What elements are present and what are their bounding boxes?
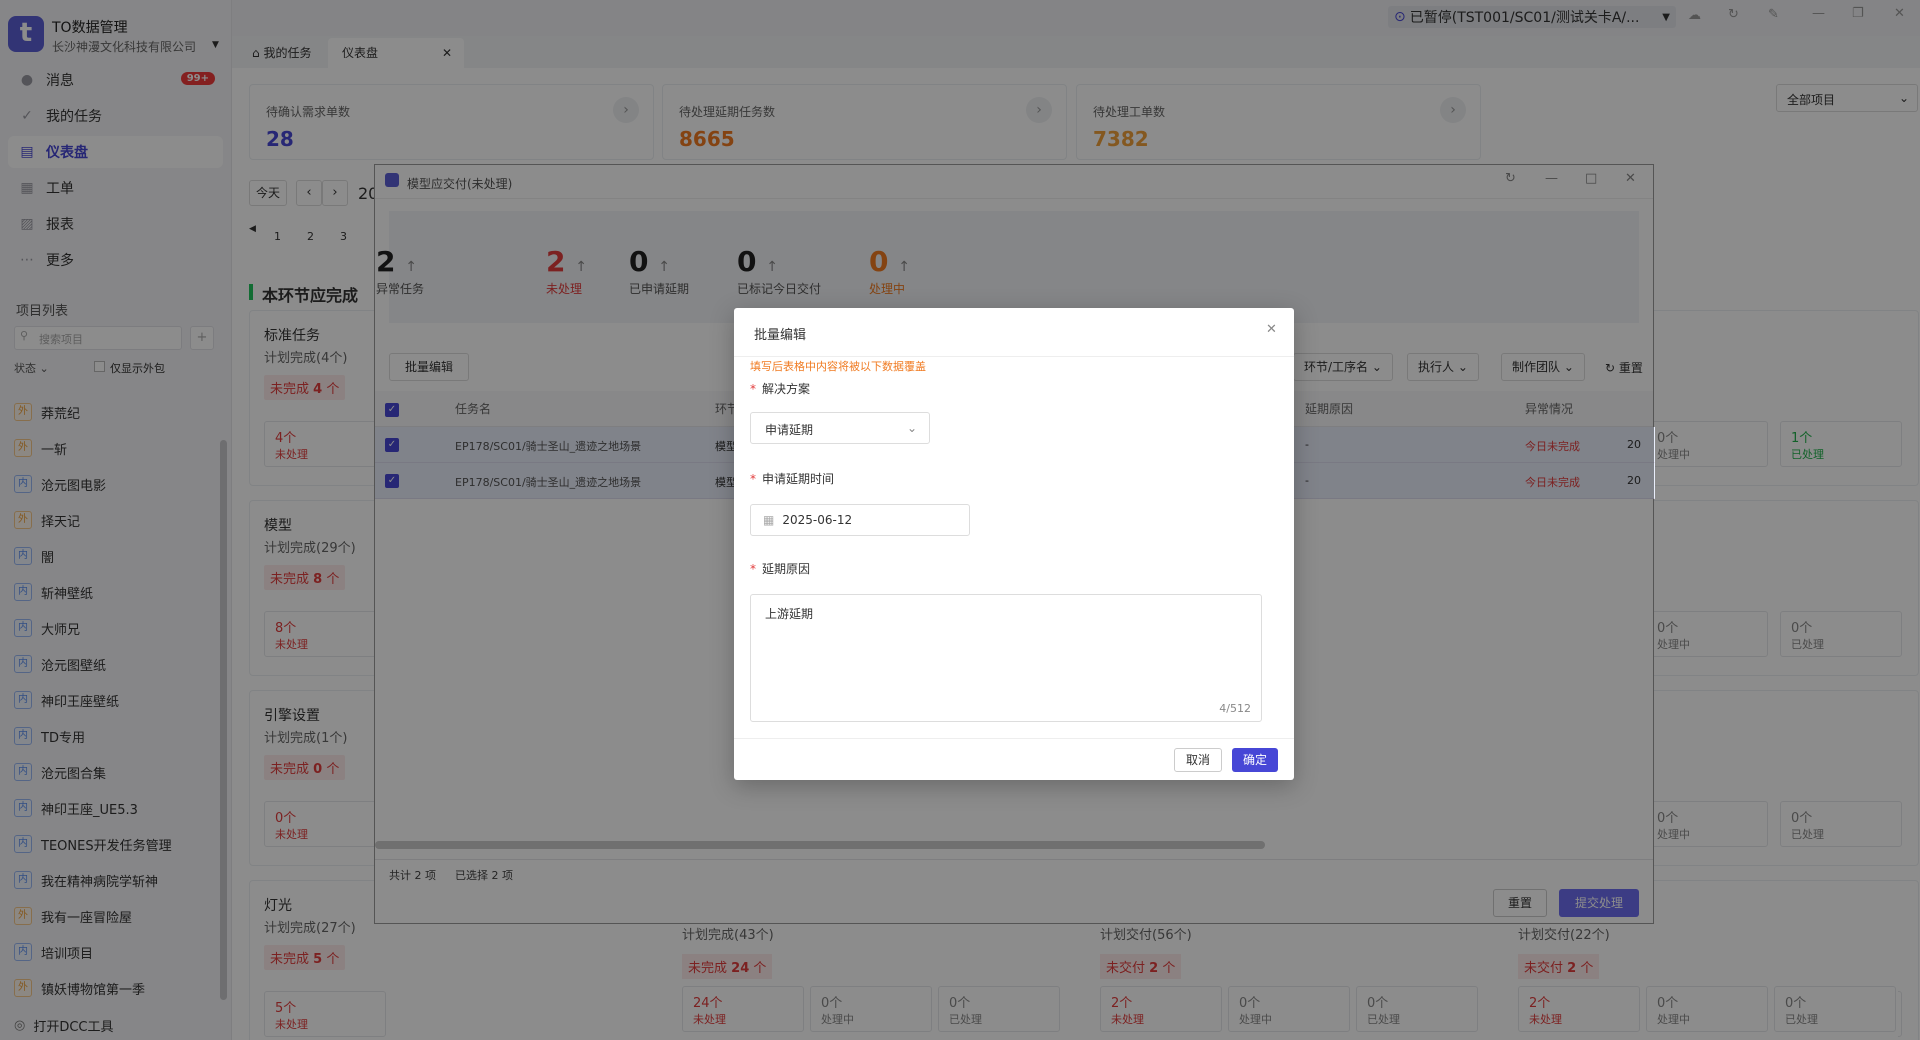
- batch-edit-dialog: 批量编辑 ✕ 填写后表格中内容将被以下数据覆盖 * 解决方案 申请延期 ⌄ * 申请延…: [734, 308, 1294, 780]
- delay-date-picker[interactable]: ▦ 2025-06-12: [750, 504, 970, 536]
- solution-select[interactable]: 申请延期 ⌄: [750, 412, 930, 444]
- label-text: 申请延期时间: [762, 472, 835, 486]
- confirm-button[interactable]: 确定: [1232, 748, 1278, 772]
- date-value: 2025-06-12: [782, 513, 853, 527]
- reason-label: * 延期原因: [750, 562, 811, 576]
- divider: [734, 356, 1294, 357]
- date-label: * 申请延期时间: [750, 472, 835, 486]
- delay-reason-textarea[interactable]: 上游延期 4/512: [750, 594, 1262, 722]
- solution-value: 申请延期: [765, 423, 814, 437]
- cancel-button[interactable]: 取消: [1174, 748, 1222, 772]
- label-text: 延期原因: [762, 562, 811, 576]
- close-icon[interactable]: ✕: [1266, 322, 1277, 337]
- char-counter: 4/512: [1219, 702, 1251, 715]
- label-text: 解决方案: [762, 382, 811, 396]
- dialog-hint: 填写后表格中内容将被以下数据覆盖: [750, 360, 926, 373]
- chevron-down-icon: ⌄: [906, 421, 917, 435]
- divider: [734, 738, 1294, 739]
- reason-value: 上游延期: [765, 607, 814, 621]
- solution-label: * 解决方案: [750, 382, 811, 396]
- calendar-icon: ▦: [763, 513, 775, 527]
- dialog-title: 批量编辑: [754, 328, 807, 343]
